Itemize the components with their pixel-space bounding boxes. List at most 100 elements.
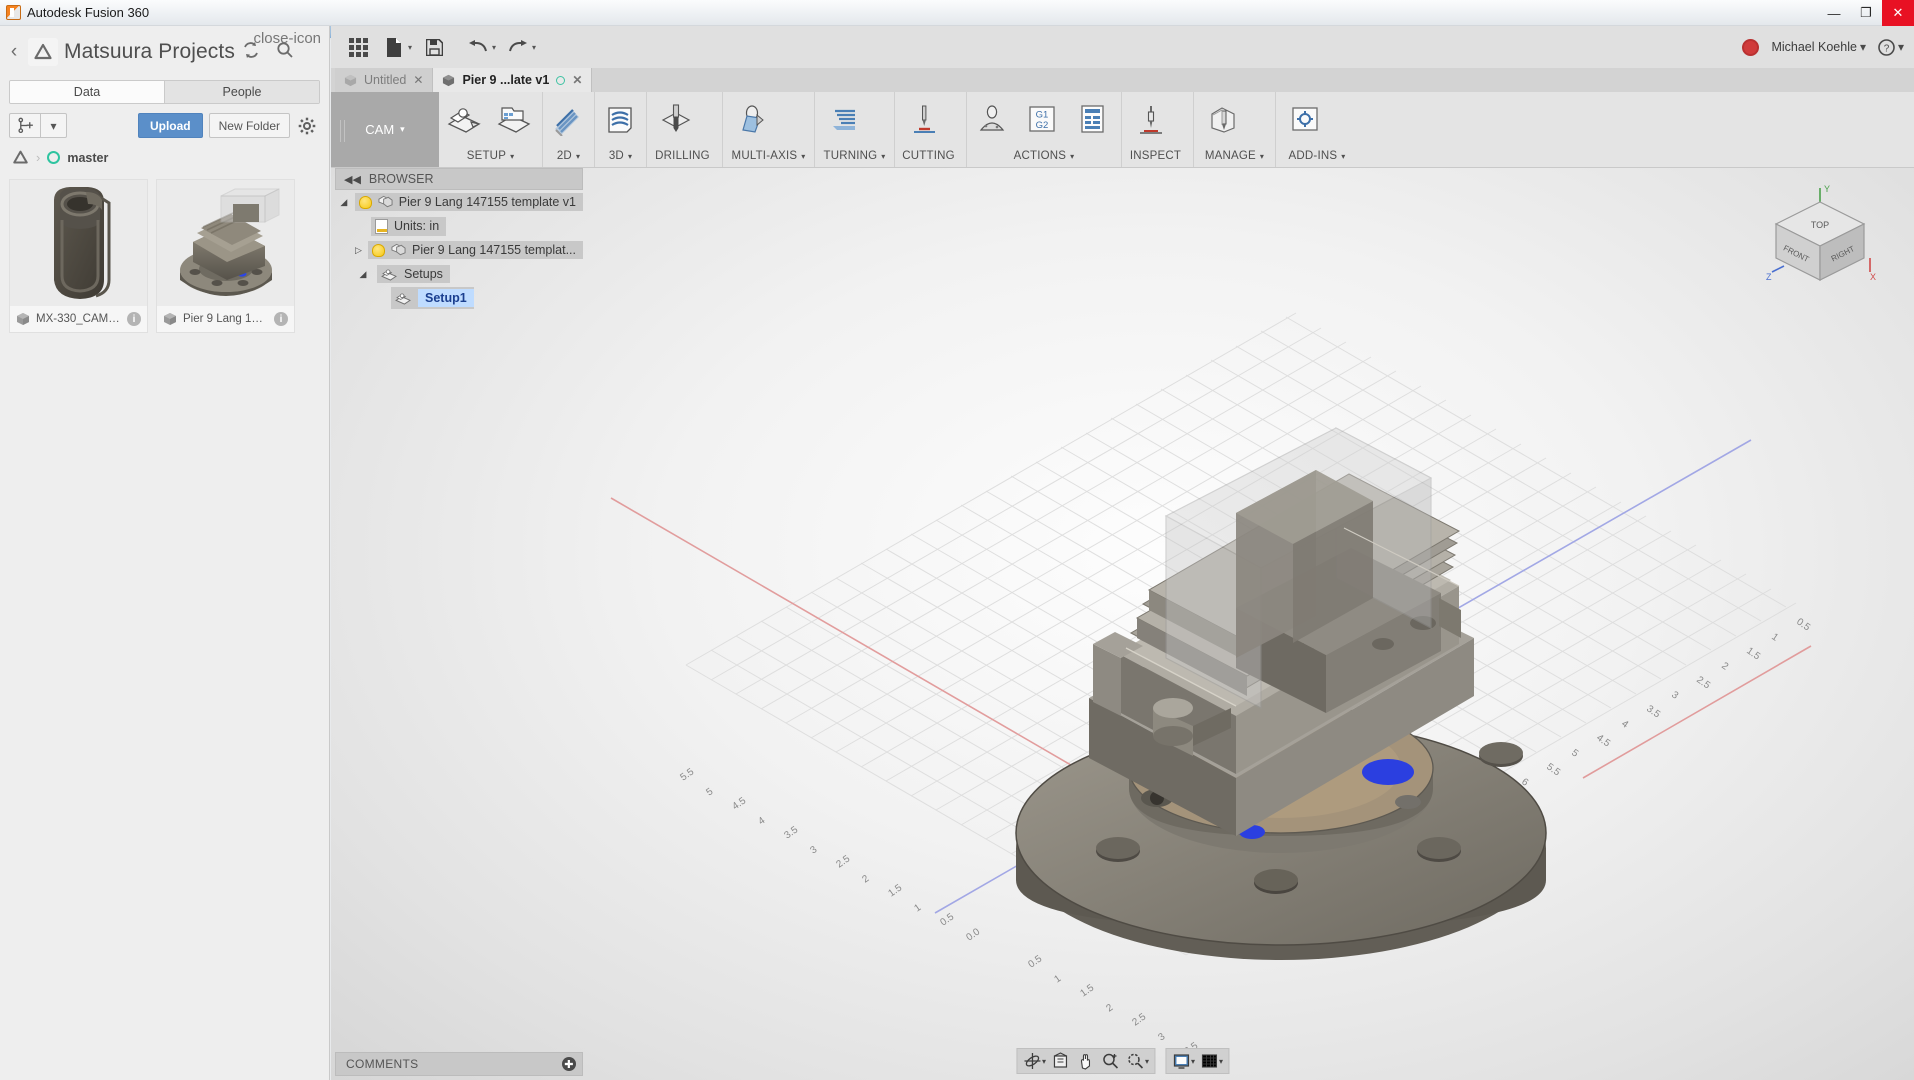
zoom-window-caret[interactable]: ▾ [1145,1057,1149,1066]
toolpath-3d-icon[interactable] [595,93,645,145]
undo-caret[interactable]: ▾ [492,43,496,52]
tree-chip: Setup1 [391,287,474,309]
post-process-icon[interactable]: G1 G2 [1017,93,1067,145]
grid-snaps-glyph [1201,1052,1219,1070]
ribbon-group-label[interactable]: 2D ▾ [543,145,594,167]
branch-dropdown-caret[interactable]: ▾ [41,113,67,138]
svg-text:?: ? [1884,43,1890,54]
document-tab-untitled[interactable]: Untitled ✕ [335,68,433,92]
setup-icon [381,268,398,281]
turning-icon[interactable] [815,93,873,145]
label-text: CUTTING [902,150,955,162]
fusion-logo-icon [6,5,21,20]
ribbon-group-label[interactable]: 3D ▾ [595,145,646,167]
ribbon-group-label[interactable]: SETUP ▾ [439,145,542,167]
undo-icon[interactable] [461,32,495,62]
addins-icon[interactable] [1276,93,1334,145]
drag-handle[interactable] [340,120,348,142]
gear-icon[interactable] [294,117,320,135]
tool-library-icon[interactable] [1194,93,1252,145]
multi-axis-icon[interactable] [723,93,781,145]
redo-caret[interactable]: ▾ [532,43,536,52]
grid-snaps-caret[interactable]: ▾ [1219,1057,1223,1066]
workspace-selector[interactable]: CAM ▾ [331,92,439,167]
display-settings-caret[interactable]: ▾ [1191,1057,1195,1066]
collapse-arrow-icon[interactable]: ▷ [355,245,362,256]
help-icon[interactable]: ? ▾ [1878,39,1904,56]
tree-row-root[interactable]: ◢ Pier 9 Lang 147155 template v1 [335,190,583,214]
tree-row-setups[interactable]: ◢ Setups [335,262,583,286]
gear-glyph [298,117,316,135]
tree-row-setup1[interactable]: Setup1 [335,286,583,310]
minimize-button[interactable]: — [1818,0,1850,26]
close-icon[interactable]: ✕ [572,73,582,87]
close-icon[interactable]: close-icon [253,30,321,47]
record-icon[interactable] [1742,39,1759,56]
back-chevron-icon[interactable]: ‹ [0,41,28,63]
ribbon-group-label[interactable]: TURNING ▾ [815,145,894,167]
new-document-caret[interactable]: ▾ [408,43,412,52]
svg-text:0.5: 0.5 [1026,953,1044,970]
document-tab-pier9[interactable]: Pier 9 ...late v1 ✕ [433,68,592,92]
new-folder-button[interactable]: New Folder [209,113,290,138]
simulate-icon[interactable] [967,93,1017,145]
ribbon-group-label[interactable]: ADD-INS ▾ [1276,145,1358,167]
inspect-icon[interactable] [1122,93,1180,145]
label-text: DRILLING [655,150,710,162]
collapse-left-icon[interactable]: ◀◀ [344,173,361,186]
tree-row-units[interactable]: Units: in [335,214,583,238]
ribbon-group-label[interactable]: MANAGE ▾ [1194,145,1275,167]
visibility-bulb-icon[interactable] [372,244,385,257]
ribbon-group-label[interactable]: MULTI-AXIS ▾ [723,145,814,167]
maximize-button[interactable]: ❐ [1850,0,1882,26]
info-icon[interactable]: i [274,312,288,326]
new-document-icon[interactable] [377,32,411,62]
ribbon-group-actions: G1 G2 [967,92,1122,167]
viewport-canvas[interactable]: 5.5 5 4.5 4 3.5 3 2.5 2 1.5 1 0.5 0.0 0.… [331,168,1914,1080]
tool-library-glyph [1204,102,1242,136]
toolpath-2d-icon[interactable] [543,93,593,145]
upload-button[interactable]: Upload [138,113,203,138]
drilling-glyph [657,102,695,136]
view-cube[interactable]: Y X Z TOP FRONT RIGHT [1760,180,1880,300]
svg-text:3: 3 [808,844,819,856]
expand-arrow-icon[interactable]: ◢ [339,197,349,208]
setup-sheet-doc-icon[interactable] [1067,93,1117,145]
help-caret: ▾ [1898,40,1904,54]
setup-sheet-icon[interactable] [489,93,539,145]
tab-data[interactable]: Data [10,81,164,103]
expand-arrow-icon[interactable]: ◢ [355,269,371,280]
svg-text:G1: G1 [1036,109,1049,120]
cutting-icon[interactable] [895,93,953,145]
comments-bar[interactable]: COMMENTS ✚ [335,1052,583,1076]
tree-row-component[interactable]: ▷ Pier 9 Lang 147155 templat... [335,238,583,262]
app-grid-icon[interactable] [341,32,375,62]
list-item[interactable]: Pier 9 Lang 14715... i [156,179,295,333]
look-at-icon[interactable] [1048,1050,1073,1072]
list-item[interactable]: MX-330_CAMplete... i [9,179,148,333]
close-icon[interactable]: ✕ [413,73,423,87]
info-icon[interactable]: i [127,312,141,326]
ribbon-group-label[interactable]: ACTIONS ▾ [967,145,1121,167]
turning-glyph [825,102,863,136]
ribbon-group-label[interactable]: INSPECT [1122,145,1193,167]
save-icon[interactable] [417,32,451,62]
title-bar: Autodesk Fusion 360 — ❐ ✕ [0,0,1914,26]
visibility-bulb-icon[interactable] [359,196,372,209]
redo-icon[interactable] [501,32,535,62]
tab-people[interactable]: People [164,81,319,103]
ribbon-group-label[interactable]: DRILLING [647,145,722,167]
add-comment-icon[interactable]: ✚ [562,1057,576,1071]
close-button[interactable]: ✕ [1882,0,1914,26]
breadcrumb-label[interactable]: master [67,151,108,165]
setup-icon[interactable] [439,93,489,145]
drilling-icon[interactable] [647,93,705,145]
branch-icon[interactable] [9,113,41,138]
zoom-icon[interactable] [1098,1050,1123,1072]
user-menu[interactable]: Michael Koehle ▾ [1771,40,1866,54]
toolpath-2d-glyph [549,102,587,136]
pan-icon[interactable] [1073,1050,1098,1072]
caret: ▾ [576,152,580,161]
ribbon-group-label[interactable]: CUTTING [895,145,966,167]
orbit-caret[interactable]: ▾ [1042,1057,1046,1066]
